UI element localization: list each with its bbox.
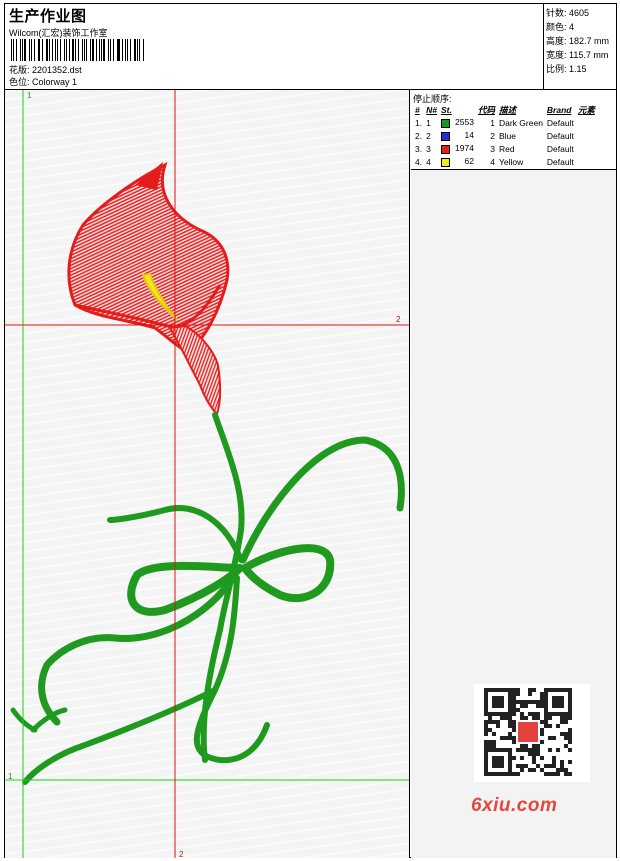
design-stats-panel: 针数: 4605 颜色: 4 高度: 182.7 mm 宽度: 115.7 mm… (543, 4, 616, 90)
stat-value: 4605 (569, 8, 590, 18)
guide-label-green-h: 1 (8, 772, 13, 781)
row-needle: 4 (426, 156, 431, 167)
row-element (576, 155, 597, 168)
row-element (576, 129, 597, 142)
stat-height: 高度: 182.7 mm (546, 34, 616, 48)
placement-guides (5, 90, 409, 858)
col-description: 描述 (498, 105, 516, 115)
colorway-value: Colorway 1 (32, 77, 78, 87)
row-brand: Default (546, 143, 574, 154)
row-index: 4. (415, 156, 423, 167)
colorway-line: 色位: Colorway 1 (9, 75, 77, 88)
col-stitches: St. (440, 105, 452, 115)
stat-scale: 比例: 1.15 (546, 62, 616, 76)
row-description: Dark Green (498, 117, 543, 128)
col-index: # (415, 105, 420, 115)
col-needle: N# (426, 105, 437, 115)
qr-code (474, 684, 590, 782)
row-index: 2. (415, 130, 423, 141)
color-sequence-table: # N# St. 代码 描述 Brand 元素 1. 1 2553 1 Dark Gre… (413, 104, 597, 168)
flower-stem-tube (168, 324, 222, 416)
stat-width: 宽度: 115.7 mm (546, 48, 616, 62)
color-swatch (440, 131, 450, 141)
row-code: 2 (490, 130, 495, 141)
stat-label: 高度: (546, 36, 567, 46)
row-element (576, 142, 597, 155)
color-swatch (440, 118, 450, 128)
stat-stitches: 针数: 4605 (546, 6, 616, 20)
stem-and-ribbon (10, 412, 405, 785)
color-swatch (440, 144, 450, 154)
color-row[interactable]: 3. 3 1974 3 Red Default (413, 142, 597, 155)
row-brand: Default (546, 117, 574, 128)
stat-value: 115.7 mm (569, 50, 609, 60)
row-stitches: 1974 (439, 142, 476, 155)
stitch-count: 1974 (455, 143, 474, 154)
qr-code-graphic (484, 688, 572, 776)
row-description: Blue (498, 130, 516, 141)
work-sheet: 生产作业图 Wilcom(汇宏)装饰工作室 花版: 2201352.dst 色位… (4, 3, 617, 858)
row-index: 1. (415, 117, 423, 128)
stat-label: 针数: (546, 8, 567, 18)
company-name: Wilcom(汇宏)装饰工作室 (9, 28, 108, 38)
sheet-title: 生产作业图 (9, 8, 87, 25)
guide-label-red-h: 2 (396, 315, 401, 324)
col-code: 代码 (477, 105, 495, 115)
color-row[interactable]: 2. 2 14 2 Blue Default (413, 129, 597, 142)
stat-colors: 颜色: 4 (546, 20, 616, 34)
color-swatch (440, 157, 450, 167)
stitch-count: 2553 (455, 117, 474, 128)
row-brand: Default (546, 130, 574, 141)
stat-value: 1.15 (569, 64, 587, 74)
col-brand: Brand (546, 105, 572, 115)
row-stitches: 62 (439, 155, 476, 168)
row-index: 3. (415, 143, 423, 154)
calla-lily-flower (67, 162, 230, 416)
guide-label-red-v: 2 (179, 850, 184, 858)
color-row[interactable]: 1. 1 2553 1 Dark Green Default (413, 116, 597, 129)
barcode (11, 39, 145, 61)
stop-sequence-panel: 停止顺序: # N# St. 代码 描述 Brand 元素 1. 1 2553 1 Da… (411, 90, 616, 170)
row-description: Red (498, 143, 515, 154)
right-stem-arc (239, 436, 405, 564)
color-row[interactable]: 4. 4 62 4 Yellow Default (413, 155, 597, 168)
side-panel: 停止顺序: # N# St. 代码 描述 Brand 元素 1. 1 2553 1 Da… (411, 90, 616, 858)
sheet-header: 生产作业图 Wilcom(汇宏)装饰工作室 花版: 2201352.dst 色位… (5, 4, 616, 90)
row-description: Yellow (498, 156, 524, 167)
col-element: 元素 (577, 105, 595, 115)
design-preview-canvas[interactable]: 1 1 2 2 (5, 90, 410, 858)
row-code: 3 (490, 143, 495, 154)
stat-value: 4 (569, 22, 575, 32)
watermark-logo: 6xiu.com (471, 795, 558, 816)
row-stitches: 2553 (439, 116, 476, 129)
stitch-count: 14 (464, 130, 474, 141)
stat-label: 颜色: (546, 22, 567, 32)
stat-label: 宽度: (546, 50, 567, 60)
row-code: 1 (490, 117, 495, 128)
stat-value: 182.7 mm (569, 36, 610, 46)
row-needle: 3 (426, 143, 431, 154)
row-needle: 1 (426, 117, 431, 128)
row-code: 4 (490, 156, 495, 167)
design-label: 花版: (9, 65, 30, 75)
row-stitches: 14 (439, 129, 476, 142)
embroidery-design (5, 90, 409, 858)
guide-label-green-v: 1 (27, 91, 32, 100)
ribbon-right-loop (241, 544, 335, 603)
colorway-label: 色位: (9, 77, 30, 87)
design-file-name: 2201352.dst (32, 65, 82, 75)
row-brand: Default (546, 156, 574, 167)
stat-label: 比例: (546, 64, 567, 74)
stitch-count: 62 (464, 156, 474, 167)
flower-petal (67, 162, 230, 354)
table-header-row: # N# St. 代码 描述 Brand 元素 (413, 104, 597, 116)
row-needle: 2 (426, 130, 431, 141)
lower-left-stem (22, 687, 218, 785)
row-element (576, 116, 597, 129)
